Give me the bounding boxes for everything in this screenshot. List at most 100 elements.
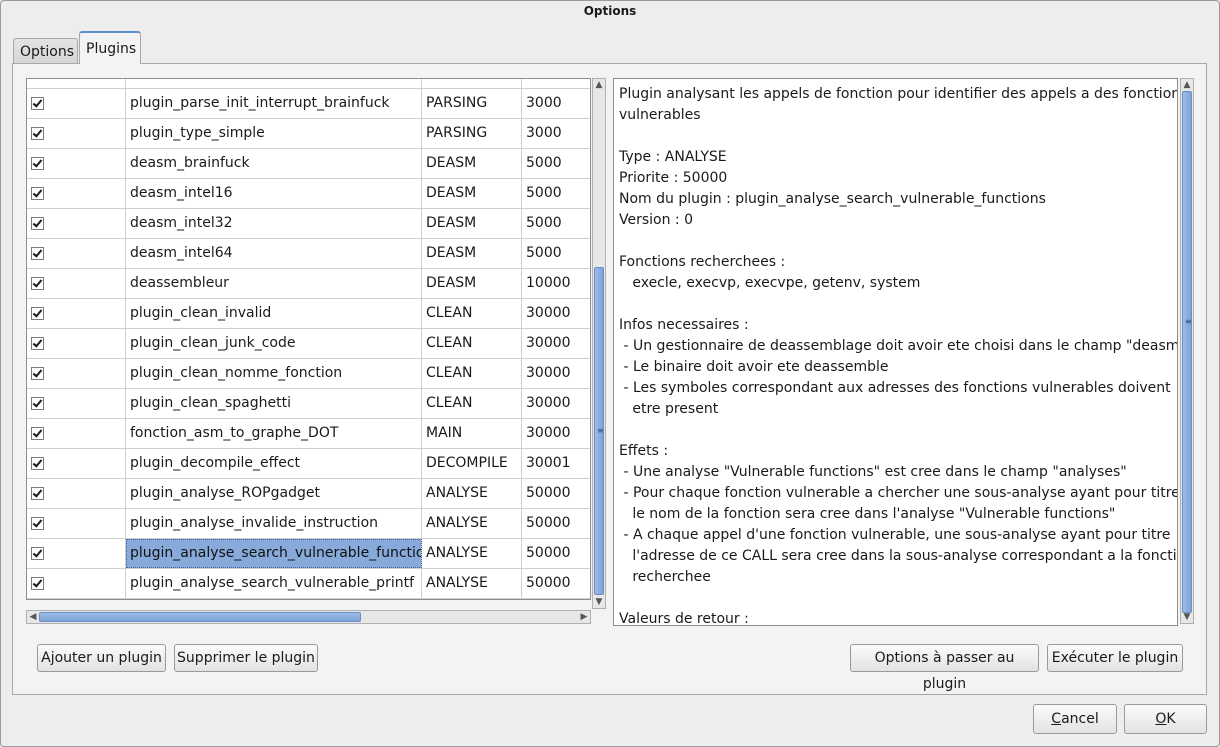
tab-options[interactable]: Options	[13, 38, 78, 63]
enabled-checkbox[interactable]	[31, 127, 44, 140]
plugin-priority: 3000	[526, 95, 562, 111]
scroll-left-icon[interactable]: ◀	[27, 611, 39, 623]
enabled-checkbox[interactable]	[31, 157, 44, 170]
plugin-priority: 50000	[526, 575, 571, 591]
plugin-type: CLEAN	[422, 389, 522, 418]
scroll-down-icon[interactable]: ▼	[593, 596, 605, 608]
scrollbar-thumb[interactable]	[39, 612, 361, 622]
plugin-priority: 50000	[526, 485, 571, 501]
description-line: Valeurs de retour :	[619, 611, 749, 626]
enabled-checkbox[interactable]	[31, 427, 44, 440]
enabled-cell	[27, 539, 126, 568]
scroll-up-icon[interactable]: ▲	[1181, 79, 1193, 91]
table-row[interactable]: deasm_intel32 DEASM 5000	[27, 209, 590, 239]
plugin-type: ANALYSE	[422, 509, 522, 538]
remove-plugin-button[interactable]: Supprimer le plugin	[174, 644, 318, 672]
description-line: recherchee	[619, 569, 711, 585]
plugin-name: fonction_asm_to_graphe_DOT	[126, 419, 422, 448]
enabled-checkbox[interactable]	[31, 337, 44, 350]
table-row[interactable]: plugin_decompile_effect DECOMPILE 30001	[27, 449, 590, 479]
enabled-checkbox[interactable]	[31, 97, 44, 110]
enabled-cell	[27, 479, 126, 508]
enabled-checkbox[interactable]	[31, 307, 44, 320]
enabled-cell	[27, 119, 126, 148]
description-line: Fonctions recherchees :	[619, 254, 786, 270]
ok-button[interactable]: OK	[1124, 704, 1207, 734]
description-line: etre present	[619, 401, 719, 417]
enabled-checkbox[interactable]	[31, 457, 44, 470]
run-plugin-button[interactable]: Exécuter le plugin	[1047, 644, 1183, 672]
plugin-name: plugin_clean_nomme_fonction	[126, 359, 422, 388]
plugin-priority: 30000	[526, 335, 571, 351]
plugin-options-button[interactable]: Options à passer au plugin	[850, 644, 1039, 692]
table-row[interactable]: plugin_clean_invalid CLEAN 30000	[27, 299, 590, 329]
enabled-cell	[27, 359, 126, 388]
enabled-cell	[27, 389, 126, 418]
enabled-cell	[27, 209, 126, 238]
ok-label: K	[1166, 711, 1176, 727]
scroll-right-icon[interactable]: ▶	[578, 611, 590, 623]
plugin-type: DEASM	[422, 149, 522, 178]
enabled-checkbox[interactable]	[31, 277, 44, 290]
enabled-checkbox[interactable]	[31, 547, 44, 560]
enabled-checkbox[interactable]	[31, 217, 44, 230]
table-row[interactable]: deasm_brainfuck DEASM 5000	[27, 149, 590, 179]
enabled-checkbox[interactable]	[31, 187, 44, 200]
plugin-name: plugin_clean_junk_code	[126, 329, 422, 358]
enabled-cell	[27, 89, 126, 118]
table-row[interactable]: plugin_parse_init_interrupt_brainfuck PAR…	[27, 89, 590, 119]
table-row[interactable]: plugin_analyse_search_vulnerable_printf A…	[27, 569, 590, 599]
enabled-checkbox[interactable]	[31, 577, 44, 590]
plugin-name: deasm_intel64	[126, 239, 422, 268]
description-vertical-scrollbar[interactable]: ▲ ≡ ▼	[1180, 78, 1194, 624]
description-line: - A chaque appel d'une fonction vulnerab…	[619, 527, 1171, 543]
plugin-priority: 5000	[526, 215, 562, 231]
table-vertical-scrollbar[interactable]: ▲ ≡ ▼	[592, 78, 606, 609]
table-row[interactable]: plugin_clean_junk_code CLEAN 30000	[27, 329, 590, 359]
description-line: - Les symboles correspondant aux adresse…	[619, 380, 1171, 396]
plugin-priority: 50000	[526, 545, 571, 561]
table-row[interactable]: deasm_intel16 DEASM 5000	[27, 179, 590, 209]
enabled-cell	[27, 179, 126, 208]
plugin-name: plugin_analyse_search_vulnerable_functio…	[126, 539, 422, 568]
table-row[interactable]: plugin_analyse_invalide_instruction ANALY…	[27, 509, 590, 539]
plugin-name: deasm_intel16	[126, 179, 422, 208]
scrollbar-thumb[interactable]: ≡	[1182, 91, 1192, 613]
cancel-button[interactable]: Cancel	[1033, 704, 1117, 734]
table-row[interactable]: fonction_asm_to_graphe_DOT MAIN 30000	[27, 419, 590, 449]
plugin-name: deasm_brainfuck	[126, 149, 422, 178]
table-row[interactable]: deassembleur DEASM 10000	[27, 269, 590, 299]
plugin-name: plugin_analyse_search_vulnerable_printf	[126, 569, 422, 598]
add-plugin-button[interactable]: Ajouter un plugin	[37, 644, 166, 672]
plugin-type: DEASM	[422, 179, 522, 208]
enabled-cell	[27, 509, 126, 538]
scrollbar-thumb[interactable]: ≡	[594, 267, 604, 595]
table-row[interactable]: deasm_intel64 DEASM 5000	[27, 239, 590, 269]
description-line: Version : 0	[619, 212, 694, 228]
description-line: Nom du plugin : plugin_analyse_search_vu…	[619, 191, 1046, 207]
enabled-cell	[27, 239, 126, 268]
enabled-checkbox[interactable]	[31, 487, 44, 500]
enabled-checkbox[interactable]	[31, 397, 44, 410]
enabled-cell	[27, 149, 126, 178]
scroll-up-icon[interactable]: ▲	[593, 79, 605, 91]
plugin-description: Plugin analysant les appels de fonction …	[613, 78, 1178, 626]
plugin-priority: 30000	[526, 425, 571, 441]
table-row-partial[interactable]	[27, 79, 590, 89]
scroll-down-icon[interactable]: ▼	[1181, 611, 1193, 623]
enabled-cell	[27, 449, 126, 478]
table-row[interactable]: plugin_analyse_search_vulnerable_functio…	[27, 539, 590, 569]
table-horizontal-scrollbar[interactable]: ◀ ▶	[26, 610, 591, 624]
description-line: le nom de la fonction sera cree dans l'a…	[619, 506, 1116, 522]
table-row[interactable]: plugin_analyse_ROPgadget ANALYSE 50000	[27, 479, 590, 509]
enabled-checkbox[interactable]	[31, 247, 44, 260]
plugin-type: CLEAN	[422, 329, 522, 358]
enabled-checkbox[interactable]	[31, 367, 44, 380]
table-row[interactable]: plugin_clean_nomme_fonction CLEAN 30000	[27, 359, 590, 389]
tab-plugins[interactable]: Plugins	[79, 31, 141, 64]
table-row[interactable]: plugin_clean_spaghetti CLEAN 30000	[27, 389, 590, 419]
plugin-priority: 5000	[526, 155, 562, 171]
table-row[interactable]: plugin_type_simple PARSING 3000	[27, 119, 590, 149]
plugin-priority: 50000	[526, 515, 571, 531]
enabled-checkbox[interactable]	[31, 517, 44, 530]
